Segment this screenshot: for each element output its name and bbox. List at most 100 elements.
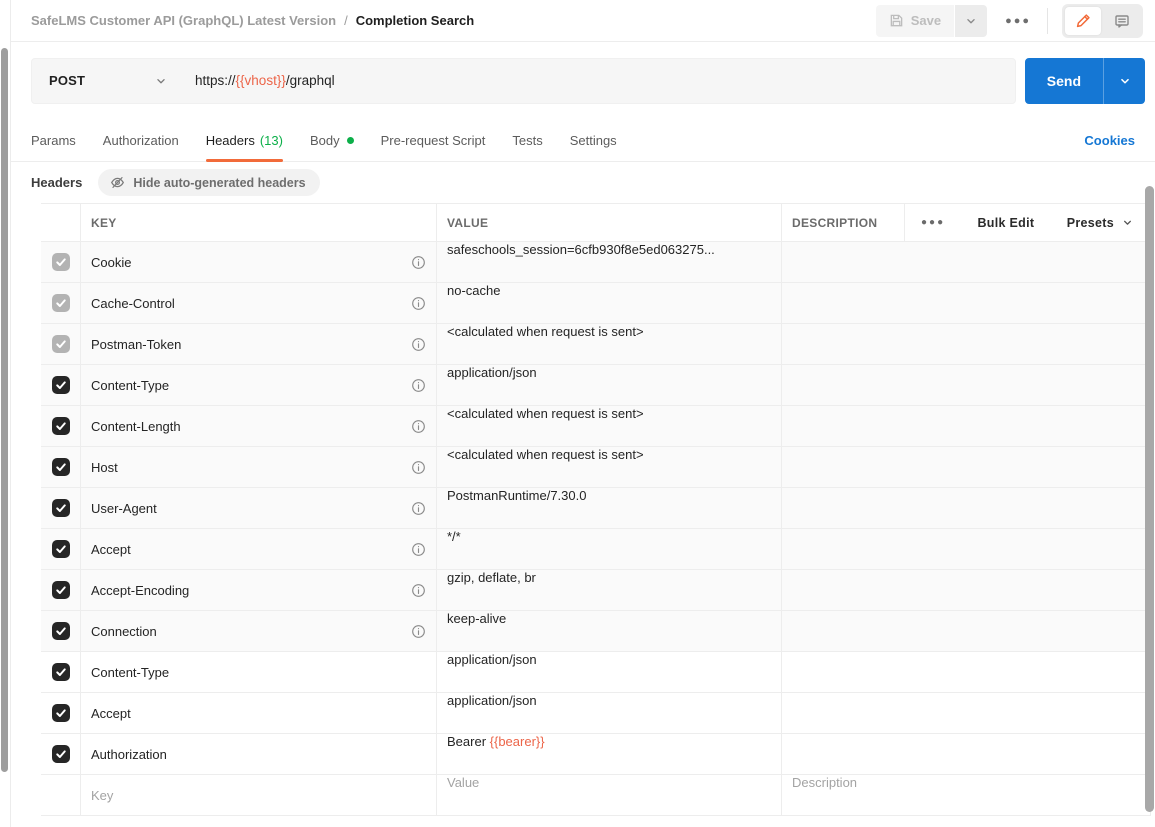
url-variable: {{vhost}} — [236, 73, 286, 88]
header-row: Content-Type application/json — [41, 365, 1150, 406]
edit-mode-button[interactable] — [1065, 7, 1101, 35]
left-scrollbar[interactable] — [1, 48, 8, 772]
header-description[interactable] — [781, 734, 1150, 774]
row-checkbox[interactable] — [52, 663, 70, 681]
tab-headers[interactable]: Headers (13) — [206, 119, 283, 161]
tab-authorization[interactable]: Authorization — [103, 119, 179, 161]
header-row: Accept */* — [41, 529, 1150, 570]
breadcrumb-request-name[interactable]: Completion Search — [356, 13, 474, 28]
row-checkbox[interactable] — [52, 335, 70, 353]
header-description[interactable] — [781, 570, 1150, 610]
url-builder: POST https://{{vhost}}/graphql Send — [11, 42, 1155, 119]
save-button-group: Save — [876, 5, 987, 37]
header-value: PostmanRuntime/7.30.0 — [447, 488, 586, 503]
breadcrumb: SafeLMS Customer API (GraphQL) Latest Ve… — [31, 13, 474, 28]
save-options-button[interactable] — [955, 5, 987, 37]
cookies-link[interactable]: Cookies — [1084, 133, 1135, 148]
presets-label: Presets — [1067, 216, 1114, 230]
info-icon[interactable] — [411, 542, 426, 557]
tab-pre-request-script[interactable]: Pre-request Script — [381, 119, 486, 161]
new-header-row: Key Value Description — [41, 775, 1150, 816]
header-row: Authorization Bearer {{bearer}} — [41, 734, 1150, 775]
info-icon[interactable] — [411, 419, 426, 434]
header-description[interactable] — [781, 652, 1150, 692]
row-checkbox[interactable] — [52, 581, 70, 599]
headers-table-head: KEY VALUE DESCRIPTION ●●● Bulk Edit Pres… — [41, 204, 1150, 242]
chevron-down-icon — [1118, 74, 1132, 88]
hide-auto-generated-headers-toggle[interactable]: Hide auto-generated headers — [98, 169, 319, 196]
header-description[interactable] — [781, 693, 1150, 733]
comments-button[interactable] — [1104, 7, 1140, 35]
info-icon[interactable] — [411, 337, 426, 352]
row-checkbox[interactable] — [52, 622, 70, 640]
tab-body[interactable]: Body — [310, 119, 354, 161]
row-checkbox[interactable] — [52, 499, 70, 517]
info-icon[interactable] — [411, 255, 426, 270]
send-button[interactable]: Send — [1025, 58, 1103, 104]
head-description: DESCRIPTION — [781, 204, 904, 241]
breadcrumb-separator: / — [344, 13, 348, 28]
save-button-label: Save — [911, 13, 941, 28]
topbar-divider — [1047, 8, 1048, 34]
head-key: KEY — [80, 204, 436, 241]
header-row: Host <calculated when request is sent> — [41, 447, 1150, 488]
url-input[interactable]: https://{{vhost}}/graphql — [195, 73, 1015, 88]
header-key: Accept — [91, 706, 131, 721]
head-value: VALUE — [436, 204, 781, 241]
head-controls: ●●● Bulk Edit Presets — [904, 204, 1150, 241]
header-key: Connection — [91, 624, 157, 639]
body-dot-indicator — [347, 137, 354, 144]
send-options-button[interactable] — [1103, 58, 1145, 104]
row-checkbox[interactable] — [52, 253, 70, 271]
tab-settings[interactable]: Settings — [570, 119, 617, 161]
header-row: Content-Length <calculated when request … — [41, 406, 1150, 447]
more-options-button[interactable]: ●●● — [1005, 15, 1031, 27]
header-value: */* — [447, 529, 461, 544]
header-value: Bearer {{bearer}} — [447, 734, 545, 749]
row-checkbox[interactable] — [52, 417, 70, 435]
info-icon[interactable] — [411, 378, 426, 393]
presets-dropdown[interactable]: Presets — [1067, 216, 1134, 230]
headers-table: KEY VALUE DESCRIPTION ●●● Bulk Edit Pres… — [41, 203, 1151, 816]
row-checkbox[interactable] — [52, 376, 70, 394]
header-description[interactable] — [781, 611, 1150, 651]
row-checkbox[interactable] — [52, 704, 70, 722]
row-checkbox[interactable] — [52, 294, 70, 312]
header-description[interactable] — [781, 242, 1150, 282]
right-scrollbar[interactable] — [1145, 186, 1154, 812]
method-select[interactable]: POST — [32, 73, 182, 88]
header-row: Connection keep-alive — [41, 611, 1150, 652]
new-description-input[interactable]: Description — [781, 775, 1150, 815]
new-key-input[interactable]: Key — [80, 775, 436, 815]
bulk-edit-button[interactable]: Bulk Edit — [977, 216, 1034, 230]
info-icon[interactable] — [411, 501, 426, 516]
header-key: Content-Type — [91, 378, 169, 393]
header-description[interactable] — [781, 283, 1150, 323]
info-icon[interactable] — [411, 296, 426, 311]
info-icon[interactable] — [411, 624, 426, 639]
header-key: Accept — [91, 542, 131, 557]
pencil-icon — [1075, 13, 1091, 29]
header-description[interactable] — [781, 447, 1150, 487]
new-value-input[interactable]: Value — [436, 775, 781, 815]
header-description[interactable] — [781, 406, 1150, 446]
row-checkbox[interactable] — [52, 745, 70, 763]
row-checkbox[interactable] — [52, 458, 70, 476]
header-key: Authorization — [91, 747, 167, 762]
chevron-down-icon — [964, 14, 978, 28]
tab-params[interactable]: Params — [31, 119, 76, 161]
header-description[interactable] — [781, 529, 1150, 569]
info-icon[interactable] — [411, 460, 426, 475]
tab-tests[interactable]: Tests — [512, 119, 542, 161]
headers-section-title: Headers — [31, 175, 82, 190]
breadcrumb-collection[interactable]: SafeLMS Customer API (GraphQL) Latest Ve… — [31, 13, 336, 28]
info-icon[interactable] — [411, 583, 426, 598]
header-description[interactable] — [781, 365, 1150, 405]
header-description[interactable] — [781, 324, 1150, 364]
header-key: Cache-Control — [91, 296, 175, 311]
header-description[interactable] — [781, 488, 1150, 528]
column-options-button[interactable]: ●●● — [921, 217, 945, 228]
row-checkbox[interactable] — [52, 540, 70, 558]
topbar-controls: Save ●●● — [876, 4, 1143, 38]
save-button[interactable]: Save — [876, 5, 954, 37]
